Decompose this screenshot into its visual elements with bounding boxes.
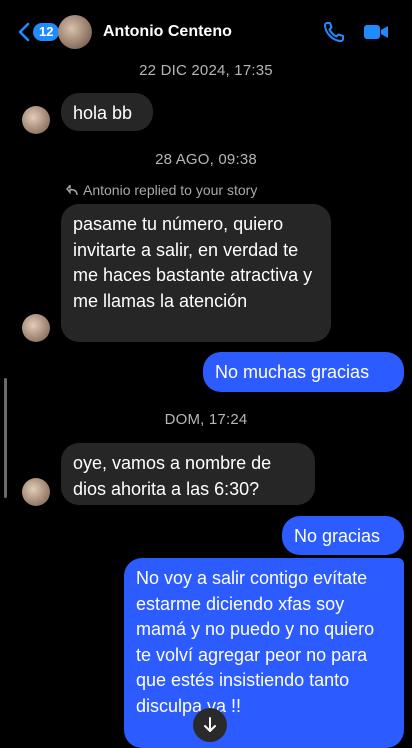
sender-avatar[interactable]	[22, 314, 50, 342]
date-separator: 28 AGO, 09:38	[155, 151, 257, 168]
date-separator: DOM, 17:24	[164, 411, 248, 428]
scroll-to-bottom-button[interactable]	[193, 708, 227, 742]
contact-name[interactable]: Antonio Centeno	[103, 23, 232, 41]
received-message[interactable]: hola bb	[61, 93, 153, 131]
story-reply-note: Antonio replied to your story	[66, 182, 257, 198]
chat-header: 12 Antonio Centeno	[0, 0, 412, 64]
received-message[interactable]: oye, vamos a nombre de dios ahorita a la…	[61, 443, 315, 505]
video-camera-icon	[364, 25, 388, 39]
scrollbar[interactable]	[4, 378, 7, 498]
received-message[interactable]: pasame tu número, quiero invitarte a sal…	[61, 204, 331, 342]
story-reply-text: Antonio replied to your story	[83, 182, 258, 198]
reply-arrow-icon	[66, 184, 78, 195]
unread-count-badge: 12	[33, 23, 60, 41]
date-separator: 22 DIC 2024, 17:35	[139, 62, 273, 79]
chevron-left-icon	[18, 22, 30, 42]
call-button[interactable]	[322, 20, 346, 49]
back-button[interactable]: 12	[18, 22, 60, 42]
sender-avatar[interactable]	[22, 478, 50, 506]
arrow-down-icon	[204, 717, 216, 732]
sent-message[interactable]: No gracias	[282, 516, 404, 555]
contact-avatar[interactable]	[58, 15, 92, 49]
sender-avatar[interactable]	[22, 106, 50, 134]
sent-message[interactable]: No muchas gracias	[203, 352, 404, 392]
video-call-button[interactable]	[362, 20, 390, 49]
sent-message[interactable]: No voy a salir contigo evítate estarme d…	[124, 558, 404, 748]
phone-icon	[324, 22, 344, 42]
